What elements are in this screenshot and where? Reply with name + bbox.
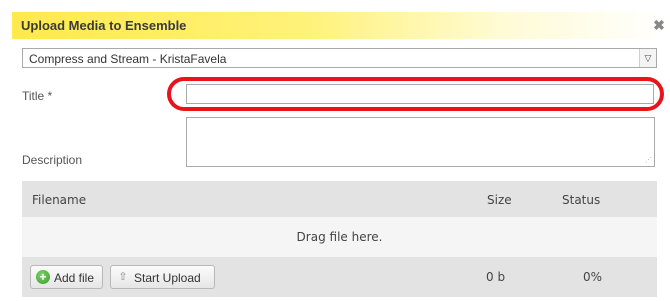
chevron-down-icon[interactable]: ▽ — [639, 49, 656, 67]
column-size: Size — [487, 193, 512, 207]
column-status: Status — [562, 193, 601, 207]
add-file-button[interactable]: + Add file — [30, 265, 103, 289]
description-textarea[interactable] — [186, 117, 655, 167]
drop-zone[interactable]: Drag file here. — [22, 217, 657, 257]
upload-arrow-icon: ⇧ — [118, 271, 128, 283]
drop-zone-text: Drag file here. — [296, 230, 383, 244]
dialog-title: Upload Media to Ensemble — [21, 18, 187, 33]
upload-queue-table: Filename Size Status Drag file here. + A… — [22, 181, 657, 297]
start-upload-label: Start Upload — [134, 271, 201, 285]
column-filename: Filename — [32, 193, 87, 207]
dialog-titlebar: Upload Media to Ensemble ✖ — [12, 12, 670, 39]
table-header: Filename Size Status — [22, 181, 657, 218]
profile-select-value: Compress and Stream - KristaFavela — [29, 52, 227, 66]
profile-select[interactable]: Compress and Stream - KristaFavela ▽ — [22, 48, 657, 68]
total-status: 0% — [583, 270, 603, 284]
upload-dialog: Upload Media to Ensemble ✖ Compress and … — [0, 0, 670, 301]
total-size: 0 b — [486, 270, 506, 284]
title-label: Title * — [22, 89, 53, 103]
close-icon[interactable]: ✖ — [650, 15, 668, 35]
add-file-label: Add file — [54, 271, 95, 285]
description-label: Description — [22, 153, 83, 167]
start-upload-button[interactable]: ⇧ Start Upload — [110, 265, 215, 289]
table-footer: + Add file ⇧ Start Upload 0 b 0% — [22, 257, 657, 297]
plus-circle-icon: + — [36, 270, 50, 284]
title-input[interactable] — [186, 84, 654, 104]
